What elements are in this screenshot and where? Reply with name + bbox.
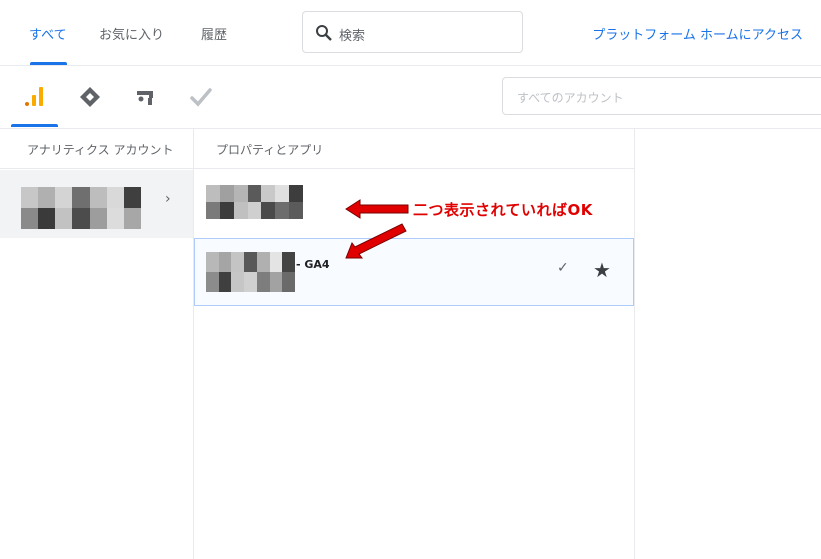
arrow-icon [345,223,407,259]
annotation-note: 二つ表示されていればOK [413,201,593,219]
annotation-arrows [345,199,409,259]
arrow-icon [345,199,409,219]
